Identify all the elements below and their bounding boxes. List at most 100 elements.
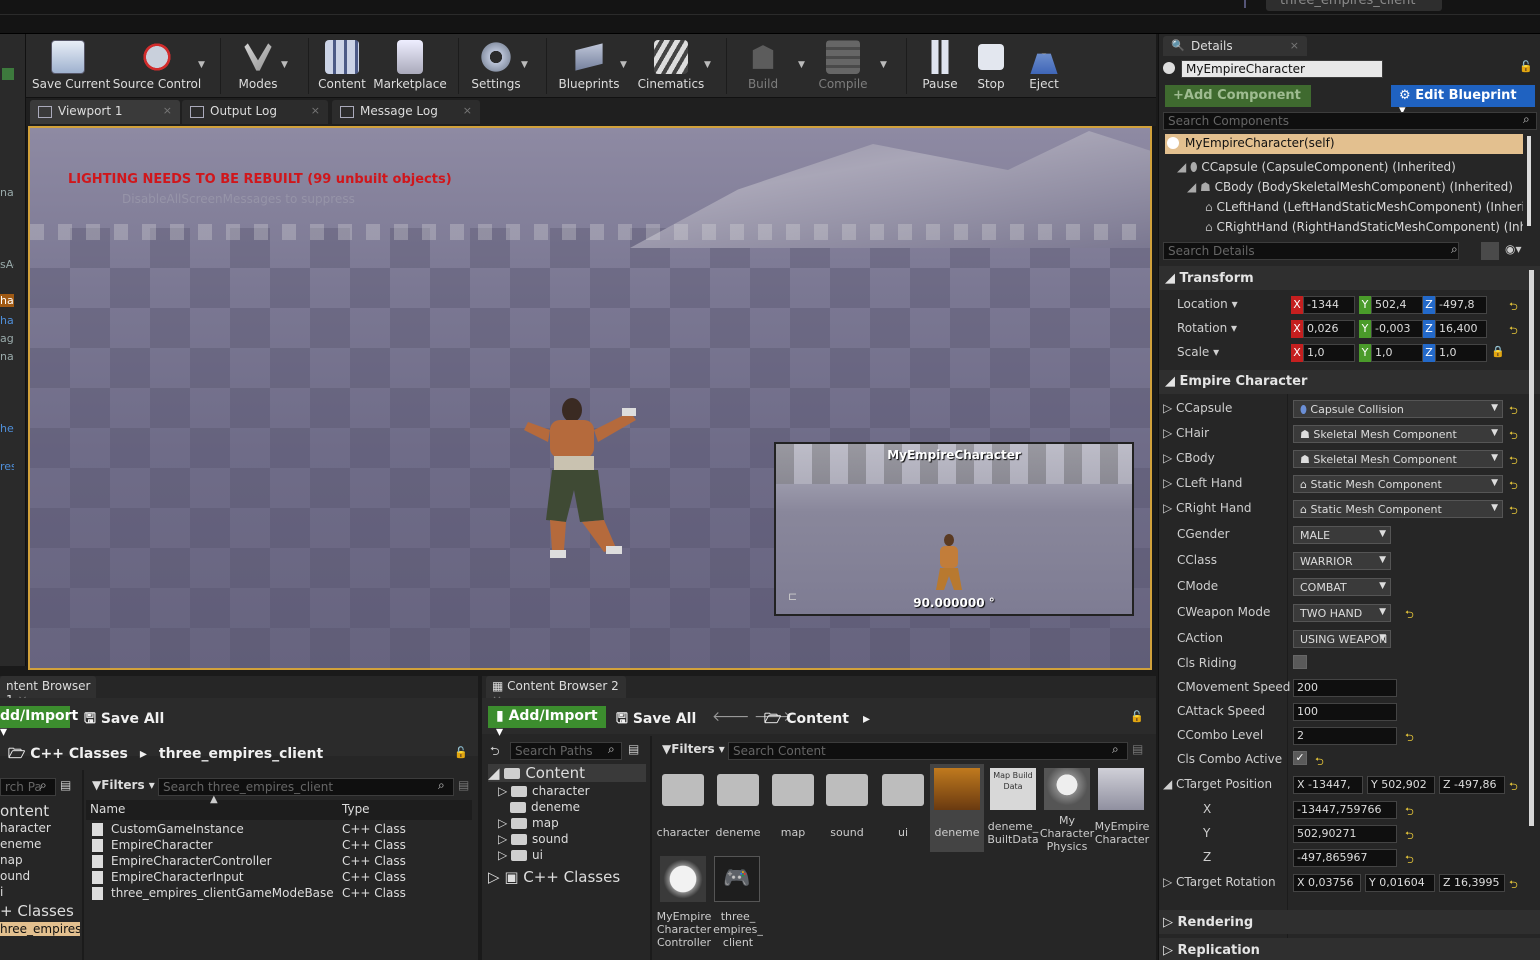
asset-tile-character[interactable]: character (657, 768, 709, 839)
cls-combo-active-checkbox[interactable]: ✓ (1293, 751, 1307, 765)
reset-icon[interactable]: ⮌ (1509, 452, 1518, 471)
settings-button[interactable]: Settings (466, 38, 526, 96)
tree-folder-item[interactable]: ▷ sound (498, 832, 568, 846)
asset-tile-builtdata[interactable]: Map Build Data deneme_ BuiltData (986, 764, 1040, 852)
cclass-combo[interactable]: WARRIOR ▼ (1293, 552, 1391, 570)
tab-content-browser-1[interactable]: ntent Browser 1 × (0, 676, 96, 707)
cb1-tree-item[interactable]: nap (0, 853, 23, 867)
search-components-input[interactable]: Search Components (1163, 112, 1537, 130)
target-rot-z-field[interactable]: Z 16,3995 (1439, 874, 1505, 892)
cb1-tree-content[interactable]: ontent (0, 802, 49, 820)
filters-button[interactable]: ▼Filters ▾ (662, 742, 725, 756)
actor-name-field[interactable]: MyEmpireCharacter (1181, 60, 1383, 78)
tree-cpp-classes[interactable]: ▷ ▣ C++ Classes (488, 868, 620, 886)
chair-combo[interactable]: ☗ Skeletal Mesh Component ▼ (1293, 425, 1503, 443)
target-pos-z-field[interactable]: Z -497,86 (1439, 776, 1505, 794)
chevron-down-icon[interactable]: ▼ (880, 60, 887, 70)
rotation-y-field[interactable]: -0,003 (1371, 320, 1423, 338)
col-type[interactable]: Type (342, 802, 370, 816)
component-tree-item[interactable]: ◢ ⬮ CCapsule (CapsuleComponent) (Inherit… (1177, 160, 1523, 180)
pause-button[interactable]: Pause (914, 38, 966, 96)
tab-details[interactable]: 🔍 Details × (1163, 36, 1307, 56)
chevron-down-icon[interactable]: ▼ (281, 60, 288, 70)
table-row[interactable]: EmpireCharacter (92, 838, 213, 852)
cb1-tree-cpp[interactable]: + Classes (0, 902, 74, 920)
details-scrollbar[interactable] (1529, 270, 1534, 826)
lock-icon[interactable]: 🔓 (454, 746, 468, 759)
project-tab[interactable]: three_empires_client (1266, 0, 1442, 11)
reset-icon[interactable]: ⮌ (1509, 502, 1518, 521)
strip-label[interactable]: ha (0, 294, 14, 307)
tab-output-log[interactable]: Output Log × (182, 100, 328, 124)
component-tree-item[interactable]: ⌂ CRightHand (RightHandStaticMeshCompone… (1205, 220, 1523, 240)
scale-y-field[interactable]: 1,0 (1371, 344, 1423, 362)
components-scrollbar[interactable] (1527, 136, 1531, 226)
reset-icon[interactable]: ⮌ (1509, 876, 1518, 895)
target-rot-x-field[interactable]: X 0,03756 (1293, 874, 1361, 892)
ccombo-level-field[interactable]: 2 (1293, 727, 1397, 745)
source-control-button[interactable]: Source Control (112, 38, 202, 96)
target-y-field[interactable]: 502,90271 (1293, 825, 1397, 843)
marketplace-button[interactable]: Marketplace (372, 38, 448, 96)
cbody-combo[interactable]: ☗ Skeletal Mesh Component ▼ (1293, 450, 1503, 468)
add-component-button[interactable]: +Add Component (1165, 85, 1311, 107)
transform-title[interactable]: ◢ Transform (1165, 271, 1254, 286)
eye-icon[interactable]: ◉▾ (1505, 242, 1522, 256)
view-options-icon[interactable] (1481, 242, 1499, 260)
cattack-speed-field[interactable]: 100 (1293, 703, 1397, 721)
save-current-button[interactable]: Save Current (32, 38, 110, 96)
asset-tile-myempirecharacter[interactable]: MyEmpire Character (1094, 764, 1150, 852)
tab-content-browser-2[interactable]: ▦ Content Browser 2 × (486, 676, 626, 707)
chevron-down-icon[interactable]: ▼ (798, 60, 805, 70)
cls-riding-checkbox[interactable] (1293, 655, 1307, 669)
asset-tile-deneme-level[interactable]: deneme (930, 764, 984, 852)
compile-button[interactable]: Compile (810, 38, 876, 96)
cb1-search-paths-input[interactable]: rch Pa (0, 778, 56, 796)
asset-tile-map[interactable]: map (768, 768, 818, 839)
list-view-icon[interactable]: ▤ (60, 778, 71, 792)
tab-viewport-1[interactable]: Viewport 1 × (30, 100, 180, 124)
cright-hand-combo[interactable]: ⌂ Static Mesh Component ▼ (1293, 500, 1503, 518)
strip-label[interactable]: he (0, 422, 14, 435)
target-rot-y-field[interactable]: Y 0,01604 (1365, 874, 1435, 892)
chevron-down-icon[interactable]: ▼ (704, 60, 711, 70)
table-row[interactable]: CustomGameInstance (92, 822, 244, 836)
cleft-hand-label[interactable]: ▷ CLeft Hand (1163, 476, 1242, 490)
target-pos-y-field[interactable]: Y 502,902 (1367, 776, 1435, 794)
reset-icon[interactable]: ⮌ (1405, 606, 1414, 625)
ctarget-rotation-label[interactable]: ▷ CTarget Rotation (1163, 875, 1276, 889)
tree-folder-item[interactable]: ▷ ui (498, 848, 543, 862)
path-breadcrumb[interactable]: 🗁 Content ▸ (764, 708, 870, 732)
rendering-title[interactable]: ▷ Rendering (1163, 915, 1253, 930)
asset-tile-physics[interactable]: My Character Physics (1040, 764, 1094, 854)
splitter[interactable] (82, 770, 84, 960)
filters-button[interactable]: ▼Filters ▾ (92, 778, 155, 792)
blueprints-button[interactable]: Blueprints (554, 38, 624, 96)
cright-hand-label[interactable]: ▷ CRight Hand (1163, 501, 1251, 515)
cmode-combo[interactable]: COMBAT ▼ (1293, 578, 1391, 596)
cweapon-mode-combo[interactable]: TWO HAND ▼ (1293, 604, 1391, 622)
search-content-input[interactable]: Search Content (728, 742, 1128, 760)
reset-icon[interactable]: ⮌ (1509, 402, 1518, 421)
lock-icon[interactable]: 🔒 (1491, 345, 1505, 358)
add-import-button[interactable]: dd/Import ▾ (0, 706, 78, 740)
tree-folder-item[interactable]: ▷ map (498, 816, 559, 830)
replication-title[interactable]: ▷ Replication (1163, 943, 1260, 958)
reset-icon[interactable]: ⮌ (1315, 753, 1324, 772)
cb1-tree-item[interactable]: haracter (0, 821, 51, 835)
edit-blueprint-button[interactable]: ⚙ Edit Blueprint ▾ (1391, 85, 1535, 118)
close-icon[interactable]: × (463, 104, 472, 117)
component-tree-item[interactable]: ◢ ☗ CBody (BodySkeletalMeshComponent) (I… (1187, 180, 1523, 200)
chevron-down-icon[interactable]: ▼ (521, 60, 528, 70)
panel-icon[interactable] (2, 68, 14, 80)
location-z-field[interactable]: -497,8 (1435, 296, 1487, 314)
col-name[interactable]: Name (90, 802, 125, 816)
location-x-field[interactable]: -1344 (1303, 296, 1355, 314)
scale-z-field[interactable]: 1,0 (1435, 344, 1487, 362)
chevron-down-icon[interactable]: ▼ (198, 60, 205, 70)
cleft-hand-combo[interactable]: ⌂ Static Mesh Component ▼ (1293, 475, 1503, 493)
cbody-label[interactable]: ▷ CBody (1163, 451, 1215, 465)
close-icon[interactable]: × (163, 104, 172, 117)
reset-icon[interactable]: ⮌ (1509, 322, 1518, 341)
target-z-field[interactable]: -497,865967 (1293, 849, 1397, 867)
